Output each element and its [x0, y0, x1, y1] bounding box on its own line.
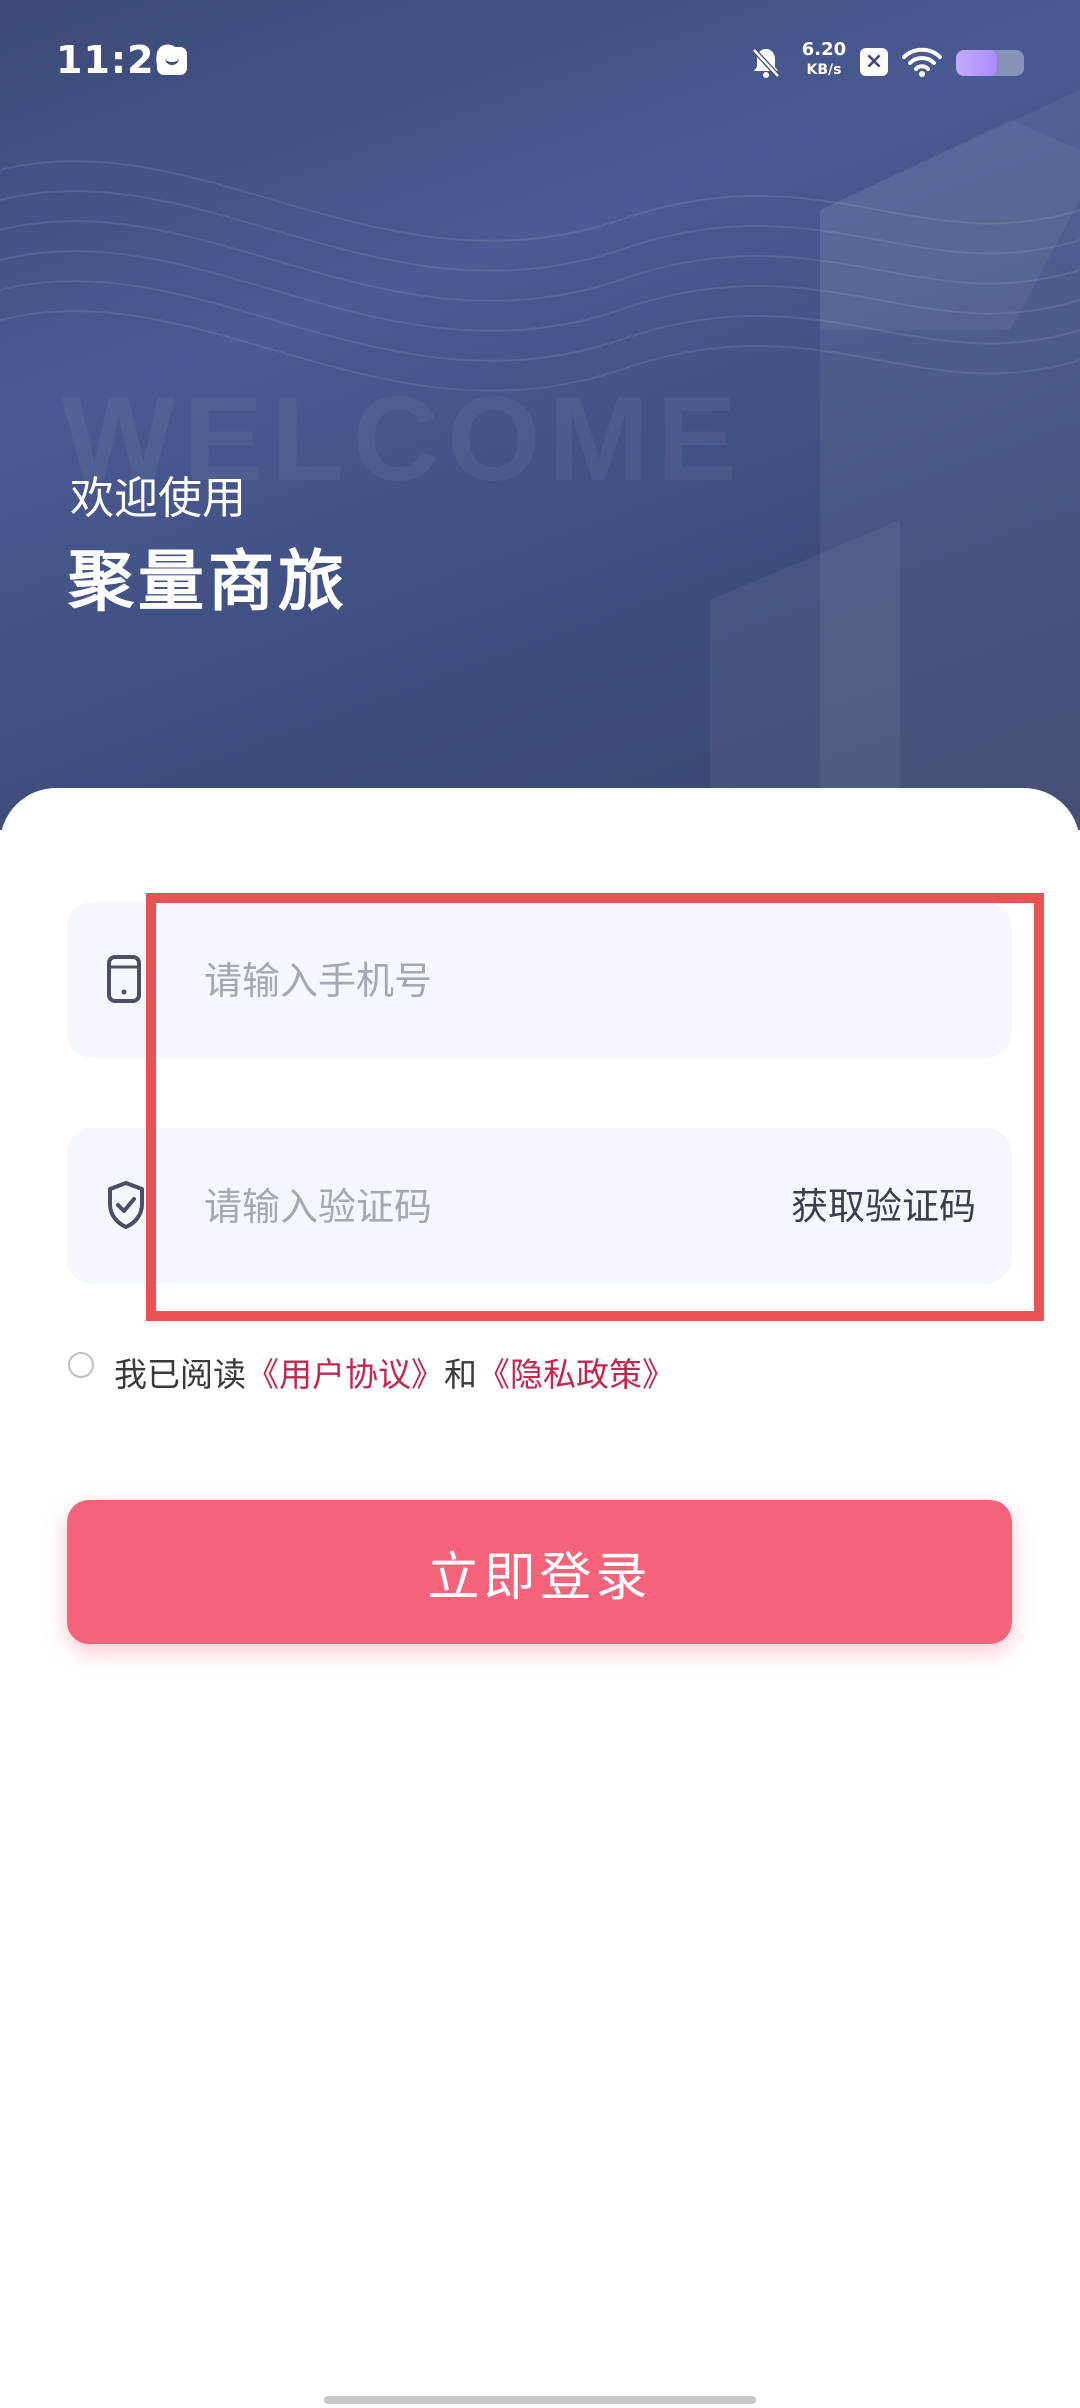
login-button[interactable]: 立即登录	[67, 1500, 1012, 1644]
network-speed-unit: KB/s	[806, 62, 842, 78]
message-notification-icon	[157, 47, 187, 75]
user-agreement-link[interactable]: 《用户协议》	[246, 1355, 444, 1394]
home-indicator[interactable]	[324, 2396, 756, 2404]
status-icons: 6.20 KB/s ×	[752, 40, 1024, 86]
wifi-icon	[902, 47, 942, 77]
network-speed: 6.20 KB/s	[800, 40, 848, 80]
agreement-prefix: 我已阅读	[114, 1355, 246, 1394]
phone-icon	[107, 955, 141, 1003]
agreement-conjunction: 和	[444, 1355, 477, 1394]
phone-field[interactable]	[66, 902, 1012, 1058]
status-bar: 11:20 6.20 KB/s ×	[0, 0, 1080, 126]
agreement-checkbox[interactable]	[68, 1352, 94, 1378]
app-title: 聚量商旅	[68, 543, 348, 620]
privacy-policy-link[interactable]: 《隐私政策》	[477, 1355, 675, 1394]
x-badge-icon: ×	[860, 48, 888, 76]
shield-check-icon	[108, 1181, 144, 1229]
phone-input[interactable]	[202, 942, 766, 1020]
battery-level	[956, 50, 997, 76]
welcome-text: 欢迎使用	[70, 473, 246, 524]
verification-code-input[interactable]	[202, 1168, 766, 1246]
get-code-button[interactable]: 获取验证码	[791, 1176, 976, 1230]
agreement-text: 我已阅读《用户协议》和《隐私政策》	[114, 1348, 675, 1396]
battery-icon	[956, 50, 1024, 76]
network-speed-value: 6.20	[801, 39, 847, 60]
bell-off-icon	[752, 48, 780, 78]
verification-code-field[interactable]: 获取验证码	[66, 1128, 1012, 1284]
